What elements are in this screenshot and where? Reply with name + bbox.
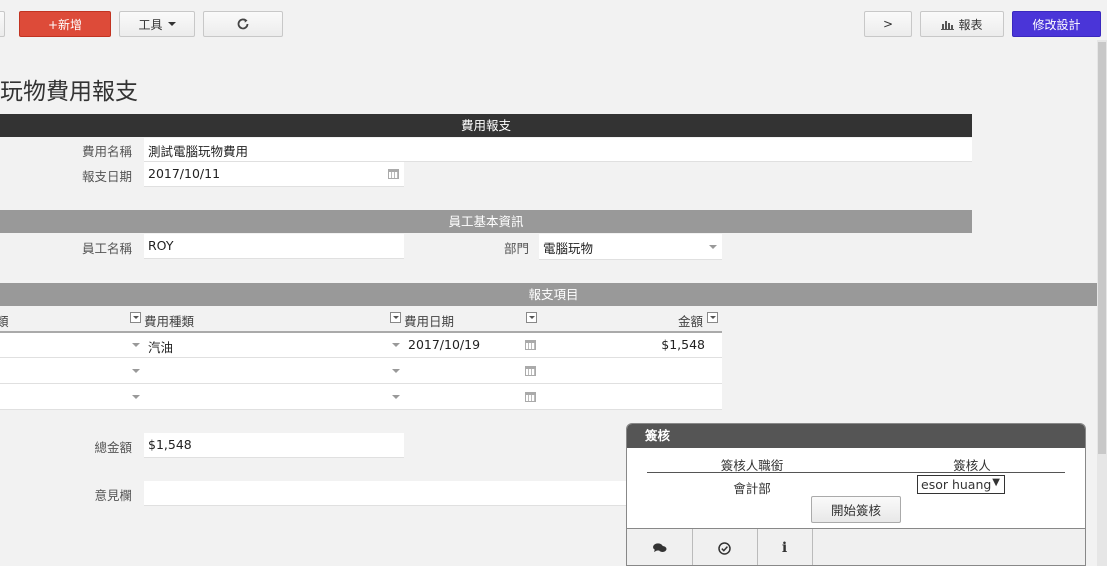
calendar-icon[interactable] (388, 169, 399, 179)
sign-column-title: 簽核人職銜 (720, 458, 784, 473)
column-menu-icon[interactable] (390, 312, 401, 323)
dropdown-arrow-icon[interactable] (132, 369, 140, 373)
dropdown-arrow-icon[interactable] (392, 343, 400, 347)
employee-name-field[interactable] (144, 234, 404, 259)
signer-value: esor huang (921, 477, 992, 492)
department-value: 電腦玩物 (543, 241, 594, 256)
refresh-icon (237, 18, 249, 30)
table-row[interactable] (0, 358, 722, 384)
sign-column-person: 簽核人 (953, 458, 991, 473)
row-expense-date: 2017/10/19 (408, 337, 481, 352)
bar-chart-icon (941, 20, 955, 30)
scrollbar-thumb[interactable] (1098, 42, 1106, 454)
employee-section-header: 員工基本資訊 (0, 210, 972, 233)
expense-date-label: 報支日期 (81, 169, 132, 184)
expense-name-value: 測試電腦玩物費用 (148, 144, 249, 159)
caret-down-icon (167, 22, 176, 26)
sign-role: 會計部 (733, 481, 771, 496)
column-menu-icon[interactable] (707, 312, 718, 323)
dropdown-arrow-icon[interactable] (132, 395, 140, 399)
comment-field[interactable] (144, 481, 644, 506)
table-row[interactable] (0, 384, 722, 410)
tools-dropdown-button[interactable]: 工具 (119, 11, 195, 37)
column-header-category: 類 (0, 314, 9, 329)
items-section-header: 報支項目 (0, 283, 1107, 306)
column-menu-icon[interactable] (526, 312, 537, 323)
employee-name-value: ROY (148, 238, 174, 253)
dropdown-arrow-icon[interactable] (392, 369, 400, 373)
row-expense-type: 汽油 (148, 340, 174, 355)
calendar-icon[interactable] (525, 392, 536, 402)
comment-label: 意見欄 (94, 488, 132, 503)
column-menu-icon[interactable] (130, 312, 141, 323)
comments-tab[interactable] (627, 529, 693, 565)
modify-design-button[interactable]: 修改設計 (1012, 11, 1101, 37)
dropdown-arrow-icon[interactable] (392, 395, 400, 399)
tools-label: 工具 (138, 17, 163, 32)
check-circle-icon (718, 541, 731, 555)
dropdown-arrow-icon[interactable] (132, 343, 140, 347)
page-title: 玩物費用報支 (0, 79, 138, 105)
start-sign-button[interactable]: 開始簽核 (811, 496, 901, 523)
total-label: 總金額 (94, 440, 132, 455)
info-icon: i (781, 540, 788, 556)
expense-date-value: 2017/10/11 (148, 166, 221, 181)
sign-panel: 簽核 簽核人職銜 簽核人 會計部 esor huang ▼ 開始簽核 i (626, 423, 1086, 566)
sign-panel-title: 簽核 (627, 424, 1085, 448)
total-value: $1,548 (148, 437, 192, 452)
report-label: 報表 (958, 17, 983, 32)
comments-icon (652, 543, 666, 552)
column-header-expense-date: 費用日期 (404, 314, 455, 329)
expense-name-field[interactable] (144, 138, 972, 162)
approval-tab[interactable] (692, 529, 758, 565)
calendar-icon[interactable] (525, 340, 536, 350)
expense-name-label: 費用名稱 (81, 144, 132, 159)
add-button[interactable]: +新增 (19, 11, 111, 37)
report-button[interactable]: 報表 (920, 11, 1004, 37)
items-table-header (0, 307, 722, 333)
row-amount: $1,548 (661, 337, 705, 352)
column-header-amount: 金額 (678, 314, 704, 329)
select-arrow-icon: ▼ (992, 477, 1000, 488)
employee-name-label: 員工名稱 (81, 241, 132, 256)
hidden-left-button[interactable] (0, 11, 5, 37)
next-button[interactable]: > (864, 11, 912, 37)
column-header-expense-type: 費用種類 (144, 314, 195, 329)
department-label: 部門 (503, 241, 529, 256)
calendar-icon[interactable] (525, 366, 536, 376)
expense-section-header: 費用報支 (0, 114, 972, 137)
refresh-button[interactable] (203, 11, 283, 37)
signer-select[interactable]: esor huang ▼ (917, 475, 1005, 494)
info-tab[interactable]: i (757, 529, 813, 565)
dropdown-arrow-icon[interactable] (709, 245, 717, 249)
